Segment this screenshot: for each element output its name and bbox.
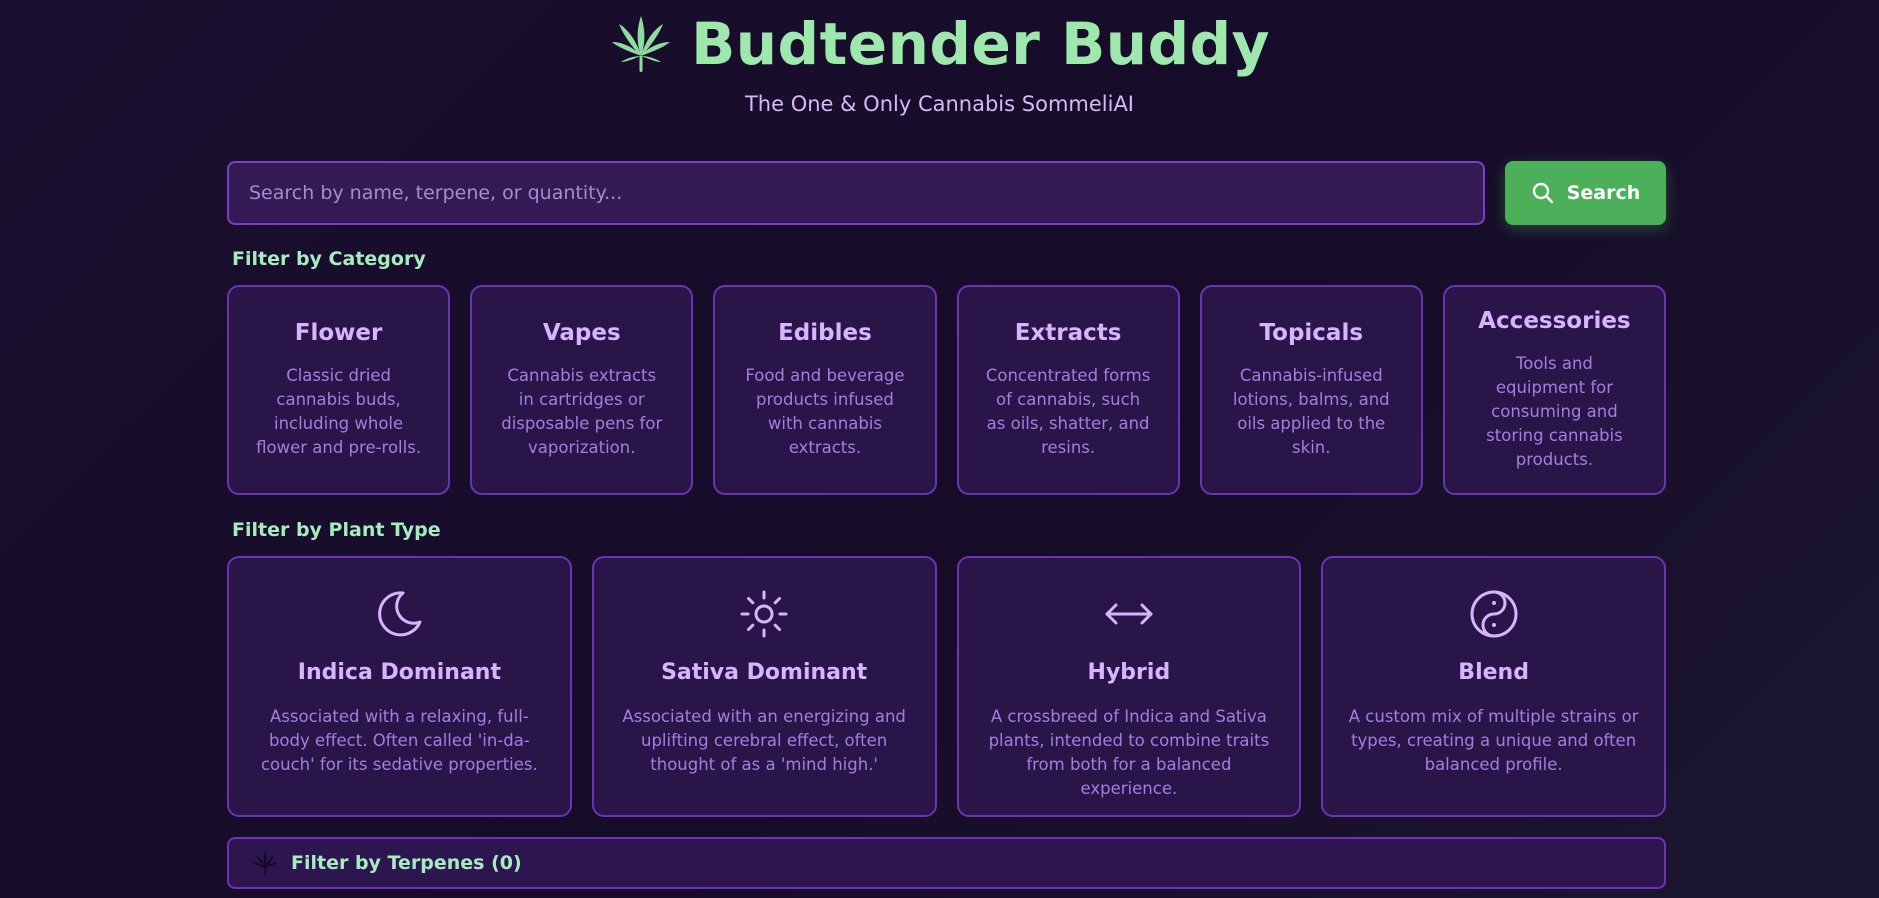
plant-card-sativa[interactable]: Sativa Dominant Associated with an energ…	[591, 556, 937, 817]
plant-description: Associated with an energizing and uplift…	[622, 707, 906, 774]
category-description: Cannabis-infused lotions, balms, and oil…	[1232, 366, 1390, 457]
category-description: Cannabis extracts in cartridges or dispo…	[501, 366, 663, 457]
category-description: Classic dried cannabis buds, including w…	[256, 366, 422, 457]
plant-description: A crossbreed of Indica and Sativa plants…	[988, 707, 1270, 798]
plant-card-indica[interactable]: Indica Dominant Associated with a relaxi…	[227, 556, 572, 817]
search-icon	[1532, 182, 1553, 204]
category-card-edibles[interactable]: Edibles Food and beverage products infus…	[713, 285, 937, 495]
category-card-topicals[interactable]: Topicals Cannabis-infused lotions, balms…	[1199, 285, 1423, 495]
app-header: Budtender Buddy The One & Only Cannabis …	[0, 10, 1879, 116]
plant-card-blend[interactable]: Blend A custom mix of multiple strains o…	[1321, 556, 1666, 817]
search-button[interactable]: Search	[1505, 161, 1666, 225]
cannabis-leaf-icon	[252, 850, 278, 876]
sun-icon	[740, 590, 788, 638]
category-title: Extracts	[1014, 320, 1122, 346]
plant-card-hybrid[interactable]: Hybrid A crossbreed of Indica and Sativa…	[956, 556, 1302, 817]
plant-title: Indica Dominant	[297, 660, 501, 685]
category-section-label: Filter by Category	[232, 248, 426, 270]
terpene-filter-label: Filter by Terpenes (0)	[291, 852, 522, 874]
app-subtitle: The One & Only Cannabis SommeliAI	[744, 92, 1135, 116]
category-filter-list: Flower Classic dried cannabis buds, incl…	[227, 285, 1667, 495]
search-button-label: Search	[1566, 182, 1641, 204]
plant-title: Hybrid	[1087, 660, 1171, 685]
cannabis-leaf-icon	[612, 16, 671, 72]
arrows-horizontal-icon	[1105, 603, 1153, 625]
plant-description: A custom mix of multiple strains or type…	[1348, 707, 1639, 774]
search-bar: Search	[227, 161, 1666, 225]
moon-icon	[378, 591, 422, 637]
category-description: Tools and equipment for consuming and st…	[1486, 354, 1623, 469]
app-title: Budtender Buddy	[691, 10, 1270, 78]
category-card-accessories[interactable]: Accessories Tools and equipment for cons…	[1442, 285, 1667, 495]
category-card-vapes[interactable]: Vapes Cannabis extracts in cartridges or…	[470, 285, 694, 495]
terpene-filter-toggle[interactable]: Filter by Terpenes (0)	[227, 837, 1666, 889]
plant-title: Sativa Dominant	[661, 660, 868, 685]
yin-yang-icon	[1470, 590, 1518, 638]
title-row: Budtender Buddy	[0, 10, 1879, 78]
search-input[interactable]	[227, 161, 1485, 225]
plant-title: Blend	[1458, 660, 1529, 685]
category-title: Edibles	[778, 320, 872, 346]
category-title: Accessories	[1478, 308, 1631, 334]
plant-type-section-label: Filter by Plant Type	[232, 519, 441, 541]
category-title: Flower	[294, 320, 383, 346]
category-title: Vapes	[542, 320, 621, 346]
plant-description: Associated with a relaxing, full-body ef…	[260, 707, 538, 774]
plant-type-filter-list: Indica Dominant Associated with a relaxi…	[227, 556, 1666, 817]
category-description: Food and beverage products infused with …	[745, 366, 905, 457]
category-title: Topicals	[1259, 320, 1364, 346]
category-card-flower[interactable]: Flower Classic dried cannabis buds, incl…	[227, 285, 451, 495]
category-description: Concentrated forms of cannabis, such as …	[985, 366, 1151, 457]
category-card-extracts[interactable]: Extracts Concentrated forms of cannabis,…	[956, 285, 1180, 495]
